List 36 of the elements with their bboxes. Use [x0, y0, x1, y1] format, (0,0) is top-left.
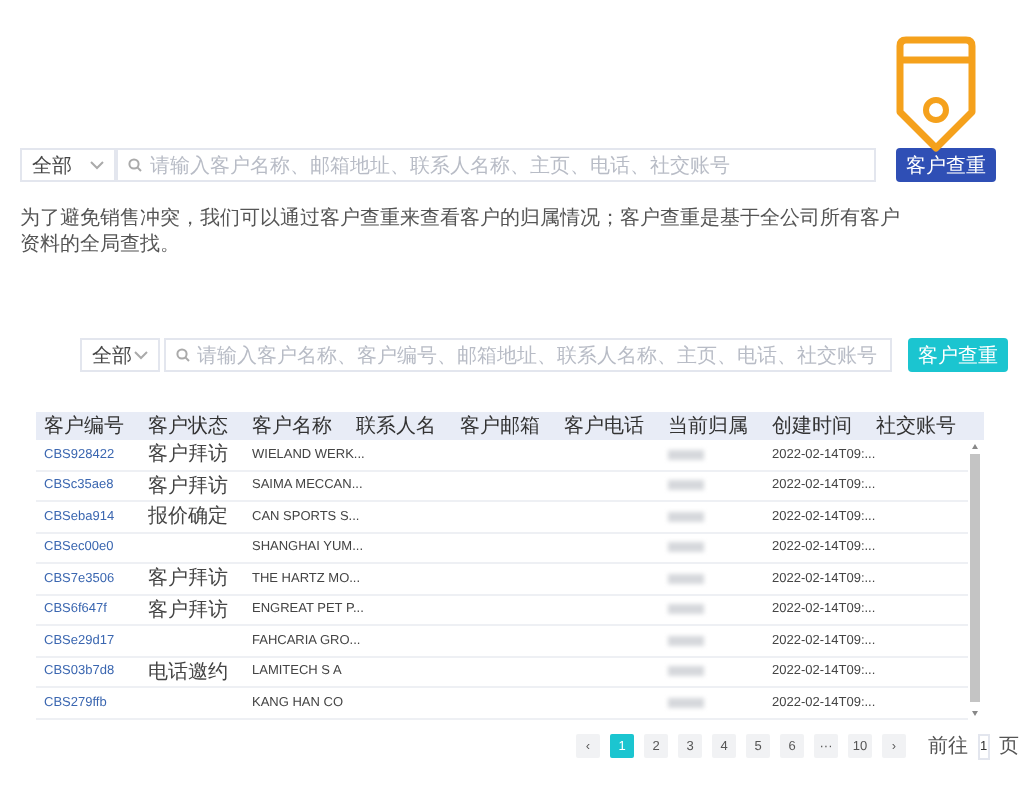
search-icon	[175, 348, 190, 362]
scope-select[interactable]: 全部	[80, 338, 160, 372]
column-header: 创建时间	[772, 413, 854, 440]
blurred-owner	[668, 449, 704, 460]
page-unit-label: 页	[999, 734, 1020, 760]
blurred-owner	[668, 666, 704, 677]
column-header: 客户邮箱	[460, 413, 542, 440]
blurred-owner	[668, 573, 704, 584]
scope-select[interactable]: 全部	[20, 148, 116, 182]
column-header: 客户电话	[564, 413, 646, 440]
blurred-owner	[668, 697, 704, 708]
blurred-owner	[668, 635, 704, 646]
status-cell-text: 电话邀约	[148, 659, 230, 686]
status-cell-text: 报价确定	[148, 503, 230, 531]
blurred-owner	[668, 604, 704, 615]
chevron-down-icon	[90, 160, 104, 170]
column-header: 客户编号	[44, 413, 126, 440]
scrollbar[interactable]	[968, 440, 982, 720]
blurred-owner	[668, 511, 704, 522]
blurred-owner	[668, 480, 704, 491]
status-cell-text: 客户拜访	[148, 473, 230, 500]
description-text: 为了避免销售冲突，我们可以通过客户查重来查看客户的归属情况；客户查重是基于全公司所有客户资料的全局查找。	[20, 206, 900, 258]
column-header: 联系人名	[356, 413, 438, 440]
column-header: 客户名称	[252, 413, 334, 440]
column-header: 当前归属	[668, 413, 750, 440]
column-header: 社交账号	[876, 413, 958, 440]
goto-label: 前往	[928, 733, 968, 760]
chevron-down-icon	[133, 350, 148, 360]
column-header: 客户状态	[148, 413, 230, 440]
blurred-owner	[668, 542, 704, 553]
status-cell-text: 客户拜访	[148, 597, 230, 624]
status-cell-text: 客户拜访	[148, 441, 230, 469]
search-icon	[128, 158, 142, 172]
status-cell-text: 客户拜访	[148, 565, 230, 593]
duplicate-check-button[interactable]: 客户查重	[896, 148, 996, 182]
tag-icon	[896, 36, 976, 152]
